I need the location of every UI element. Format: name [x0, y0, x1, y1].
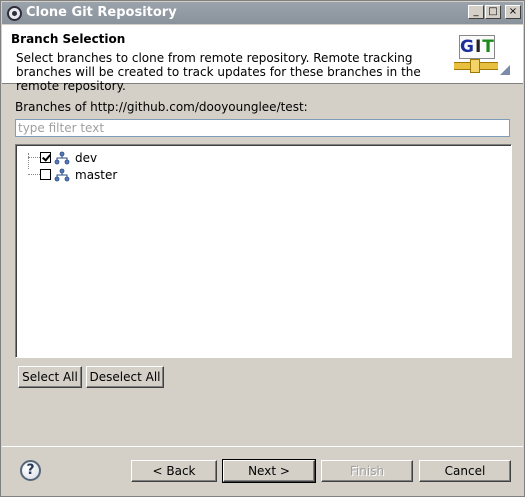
back-button[interactable]: < Back [131, 460, 217, 482]
footer-separator [2, 446, 523, 447]
window-title: Clone Git Repository [26, 5, 177, 20]
branch-tree[interactable]: dev master [15, 144, 512, 358]
branch-row-dev[interactable]: dev [28, 149, 97, 166]
git-logo-icon: GIT [454, 35, 499, 75]
valve-graphic [470, 59, 480, 73]
finish-button[interactable]: Finish [321, 460, 413, 482]
git-logo-letter-g: G [460, 37, 475, 57]
branch-label-dev: dev [75, 150, 98, 165]
branches-label: Branches of http://github.com/dooyoungle… [15, 100, 308, 114]
eclipse-icon [7, 6, 22, 21]
git-logo-text: GIT [459, 35, 495, 59]
deselect-all-button[interactable]: Deselect All [86, 366, 164, 388]
close-button[interactable]: × [505, 5, 521, 19]
clone-git-repository-dialog: Clone Git Repository _ □ × Branch Select… [0, 0, 525, 497]
branch-label-master: master [75, 167, 118, 182]
tree-connector [28, 174, 40, 175]
branch-row-master[interactable]: master [28, 166, 117, 183]
git-logo-letter-t: T [482, 37, 495, 57]
branch-icon [54, 168, 70, 181]
help-icon[interactable]: ? [20, 460, 41, 481]
page-description: Select branches to clone from remote rep… [16, 51, 421, 93]
branch-checkbox-master[interactable] [40, 169, 51, 180]
next-button[interactable]: Next > [222, 459, 316, 483]
branch-icon [54, 151, 70, 164]
tree-connector [28, 157, 40, 158]
title-bar[interactable]: Clone Git Repository _ □ × [2, 2, 523, 24]
branch-checkbox-dev[interactable] [40, 152, 51, 163]
page-title: Branch Selection [11, 32, 126, 46]
wizard-header: Branch Selection Select branches to clon… [2, 25, 523, 93]
maximize-button[interactable]: □ [485, 5, 501, 19]
select-all-button[interactable]: Select All [18, 366, 82, 388]
filter-input[interactable] [15, 119, 510, 137]
cancel-button[interactable]: Cancel [419, 460, 511, 482]
header-corner-decoration [500, 65, 510, 75]
minimize-button[interactable]: _ [468, 5, 484, 19]
